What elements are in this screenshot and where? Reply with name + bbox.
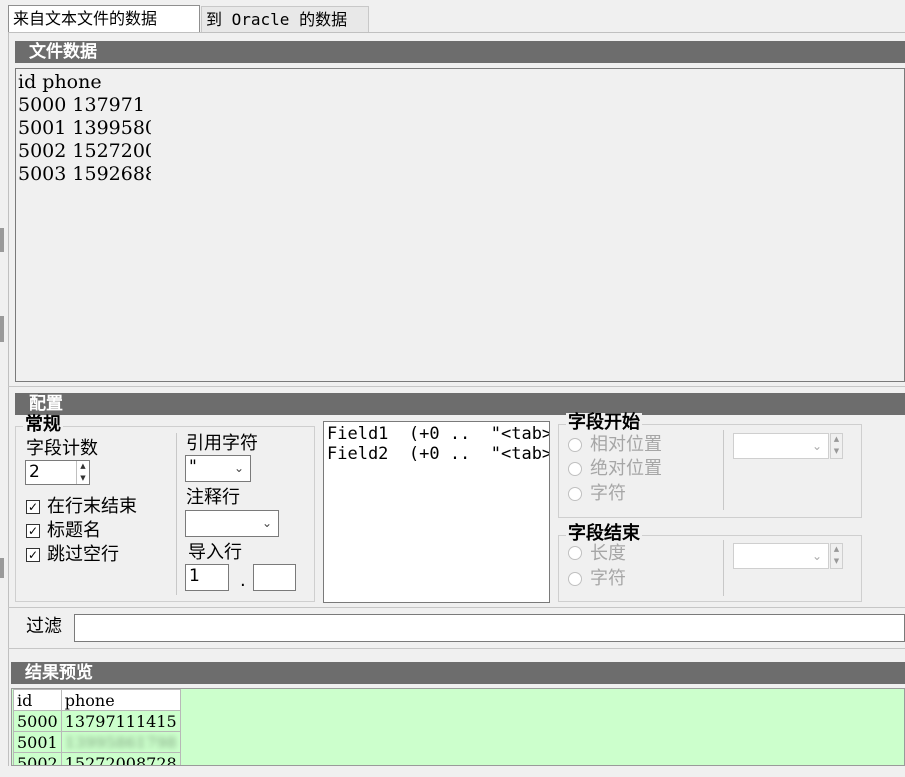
column-header-id[interactable]: id [13,689,62,711]
chevron-down-icon[interactable]: ⌄ [234,456,244,481]
file-line: 5000 137971 [18,94,145,116]
splitter[interactable] [8,386,905,387]
comment-line-select[interactable]: ⌄ [185,510,279,537]
header-name-label: 标题名 [47,520,101,541]
preview-table[interactable]: id phone 5000 13797111415 5001 139958617… [13,689,181,765]
field-count-label: 字段计数 [26,438,98,459]
spin-down-icon[interactable]: ▼ [77,473,89,485]
left-edge-strip [0,0,6,777]
filter-label: 过滤 [26,616,62,637]
quote-char-value: " [189,457,197,477]
chevron-down-icon[interactable]: ⌄ [812,544,822,568]
skip-empty-checkbox[interactable]: ✓ [26,548,40,562]
import-from-input[interactable]: 1 [185,564,229,591]
spin-up-icon[interactable]: ▲ [831,544,842,556]
comment-line-label: 注释行 [186,487,240,508]
field-list-item[interactable]: Field1 (+0 .. "<tab>" [327,424,549,444]
quote-char-select[interactable]: " ⌄ [185,455,251,482]
field-end-title: 字段结束 [566,523,642,544]
import-rows-label: 导入行 [188,542,242,563]
end-of-line-label: 在行末结束 [47,496,137,517]
preview-header: 结果预览 [11,662,905,684]
bottom-strip [0,766,905,777]
file-data-header: 文件数据 [15,41,905,63]
header-name-checkbox[interactable]: ✓ [26,524,40,538]
cell-phone[interactable]: 13995861798 [60,731,181,753]
import-range-separator: . [240,570,246,591]
column-header-phone[interactable]: phone [60,689,181,711]
field-count-input[interactable]: 2 ▲ ▼ [25,460,90,485]
file-line: 5003 1592688 [18,163,158,185]
length-label: 长度 [590,543,626,564]
start-char-label: 字符 [590,483,626,504]
quote-char-label: 引用字符 [186,433,258,454]
field-end-divider [723,540,724,596]
cell-id[interactable]: 5001 [13,731,62,753]
field-count-value: 2 [29,462,40,482]
relative-position-radio[interactable] [568,438,582,452]
file-line: id phone [18,71,102,93]
table-row[interactable]: 5002 15272008728 [13,752,181,765]
spin-up-icon[interactable]: ▲ [831,434,842,446]
cell-id[interactable]: 5000 [13,710,62,732]
left-edge-mark [0,316,4,342]
general-group-title: 常规 [23,414,63,435]
field-start-title: 字段开始 [566,412,642,433]
spin-down-icon[interactable]: ▼ [831,446,842,458]
field-start-select[interactable]: ⌄ [733,433,829,459]
table-row[interactable]: 5000 13797111415 [13,710,181,732]
general-divider [176,433,177,595]
field-start-spinner[interactable]: ▲ ▼ [830,433,843,459]
tab-oracle-data[interactable]: 到 Oracle 的数据 [201,6,369,32]
fields-list[interactable]: Field1 (+0 .. "<tab>" Field2 (+0 .. "<ta… [323,421,550,603]
file-text-clip [151,69,171,189]
end-of-line-checkbox[interactable]: ✓ [26,500,40,514]
file-line: 5002 1527200 [18,140,158,162]
spin-up-icon[interactable]: ▲ [77,461,89,473]
field-list-item[interactable]: Field2 (+0 .. "<tab>" [327,444,549,464]
preview-grid-area[interactable]: id phone 5000 13797111415 5001 139958617… [11,688,905,766]
table-header-row: id phone [13,689,181,711]
relative-position-label: 相对位置 [590,434,662,455]
file-data-view[interactable]: id phone 5000 137971 5001 1399580 5002 1… [15,68,905,382]
field-start-divider [723,430,724,510]
file-line: 5001 1399580 [18,117,158,139]
chevron-down-icon[interactable]: ⌄ [812,434,822,458]
length-radio[interactable] [568,546,582,560]
cell-phone[interactable]: 13797111415 [60,710,181,732]
skip-empty-label: 跳过空行 [47,544,119,565]
field-end-spinner[interactable]: ▲ ▼ [830,543,843,569]
table-row[interactable]: 5001 13995861798 [13,731,181,753]
absolute-position-radio[interactable] [568,462,582,476]
import-to-input[interactable] [253,564,296,591]
field-count-spinner[interactable]: ▲ ▼ [76,461,89,484]
absolute-position-label: 绝对位置 [590,458,662,479]
cell-phone[interactable]: 15272008728 [60,752,181,765]
cell-id[interactable]: 5002 [13,752,62,765]
end-char-radio[interactable] [568,572,582,586]
tab-text-file-data[interactable]: 来自文本文件的数据 [8,5,200,33]
config-header: 配置 [15,393,905,415]
spin-down-icon[interactable]: ▼ [831,556,842,568]
end-char-label: 字符 [590,568,626,589]
filter-separator [8,607,905,608]
left-edge-mark [0,228,4,252]
chevron-down-icon[interactable]: ⌄ [262,511,272,536]
filter-input[interactable] [74,614,905,642]
left-edge-mark [0,558,4,578]
preview-separator [8,648,905,649]
start-char-radio[interactable] [568,487,582,501]
field-end-select[interactable]: ⌄ [733,543,829,569]
